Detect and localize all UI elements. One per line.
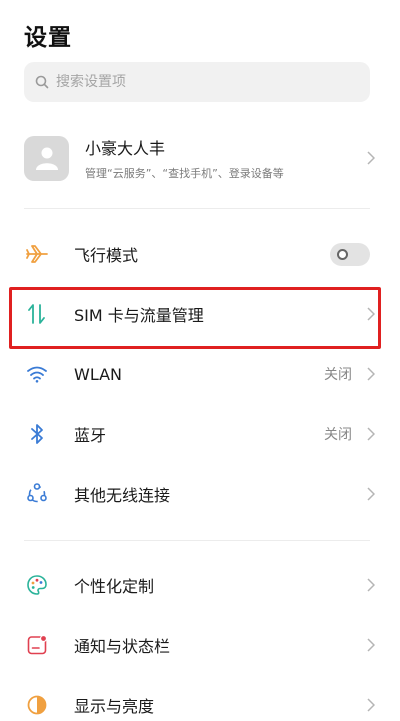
chevron-right-icon [366, 366, 376, 382]
chevron-right-icon [366, 577, 376, 593]
settings-item-wlan[interactable]: WLAN 关闭 [24, 346, 376, 402]
divider [24, 208, 370, 209]
chevron-right-icon [366, 637, 376, 653]
airplane-icon [24, 241, 50, 267]
wireless-connections-icon [24, 481, 50, 507]
chevron-right-icon [366, 486, 376, 502]
search-input[interactable] [56, 74, 356, 90]
settings-item-other-wireless[interactable]: 其他无线连接 [24, 466, 376, 522]
airplane-mode-toggle[interactable] [330, 242, 370, 266]
settings-item-label: 其他无线连接 [74, 486, 171, 505]
settings-item-bluetooth[interactable]: 蓝牙 关闭 [24, 406, 376, 462]
settings-item-label: 个性化定制 [74, 577, 155, 596]
settings-item-label: 飞行模式 [74, 246, 139, 265]
settings-item-label: SIM 卡与流量管理 [74, 306, 204, 325]
wlan-status: 关闭 [324, 367, 352, 383]
settings-item-label: 通知与状态栏 [74, 637, 171, 656]
bluetooth-status: 关闭 [324, 427, 352, 443]
account-profile[interactable]: 小豪大人丰 管理“云服务”、“查找手机”、登录设备等 [24, 128, 376, 188]
settings-item-notifications[interactable]: 通知与状态栏 [24, 617, 376, 673]
brightness-icon [24, 692, 50, 718]
notification-icon [24, 632, 50, 658]
chevron-right-icon [366, 306, 376, 322]
search-bar[interactable] [24, 62, 370, 102]
bluetooth-icon [24, 421, 50, 447]
data-transfer-icon [24, 301, 50, 327]
profile-name: 小豪大人丰 [85, 139, 166, 158]
avatar [24, 135, 69, 181]
chevron-right-icon [366, 426, 376, 442]
chevron-right-icon [366, 150, 376, 166]
palette-icon [24, 572, 50, 598]
settings-item-personalize[interactable]: 个性化定制 [24, 557, 376, 613]
settings-item-label: WLAN [74, 364, 123, 384]
settings-item-airplane-mode[interactable]: 飞行模式 [24, 226, 376, 282]
chevron-right-icon [366, 697, 376, 713]
person-icon [35, 147, 58, 170]
settings-item-label: 显示与亮度 [74, 697, 155, 716]
profile-description: 管理“云服务”、“查找手机”、登录设备等 [85, 167, 284, 180]
settings-item-display-brightness[interactable]: 显示与亮度 [24, 677, 376, 721]
page-title: 设置 [24, 25, 72, 51]
search-icon [34, 74, 50, 90]
settings-item-label: 蓝牙 [74, 426, 107, 445]
divider [24, 540, 370, 541]
wifi-icon [24, 361, 50, 387]
settings-item-sim-data[interactable]: SIM 卡与流量管理 [24, 286, 376, 342]
